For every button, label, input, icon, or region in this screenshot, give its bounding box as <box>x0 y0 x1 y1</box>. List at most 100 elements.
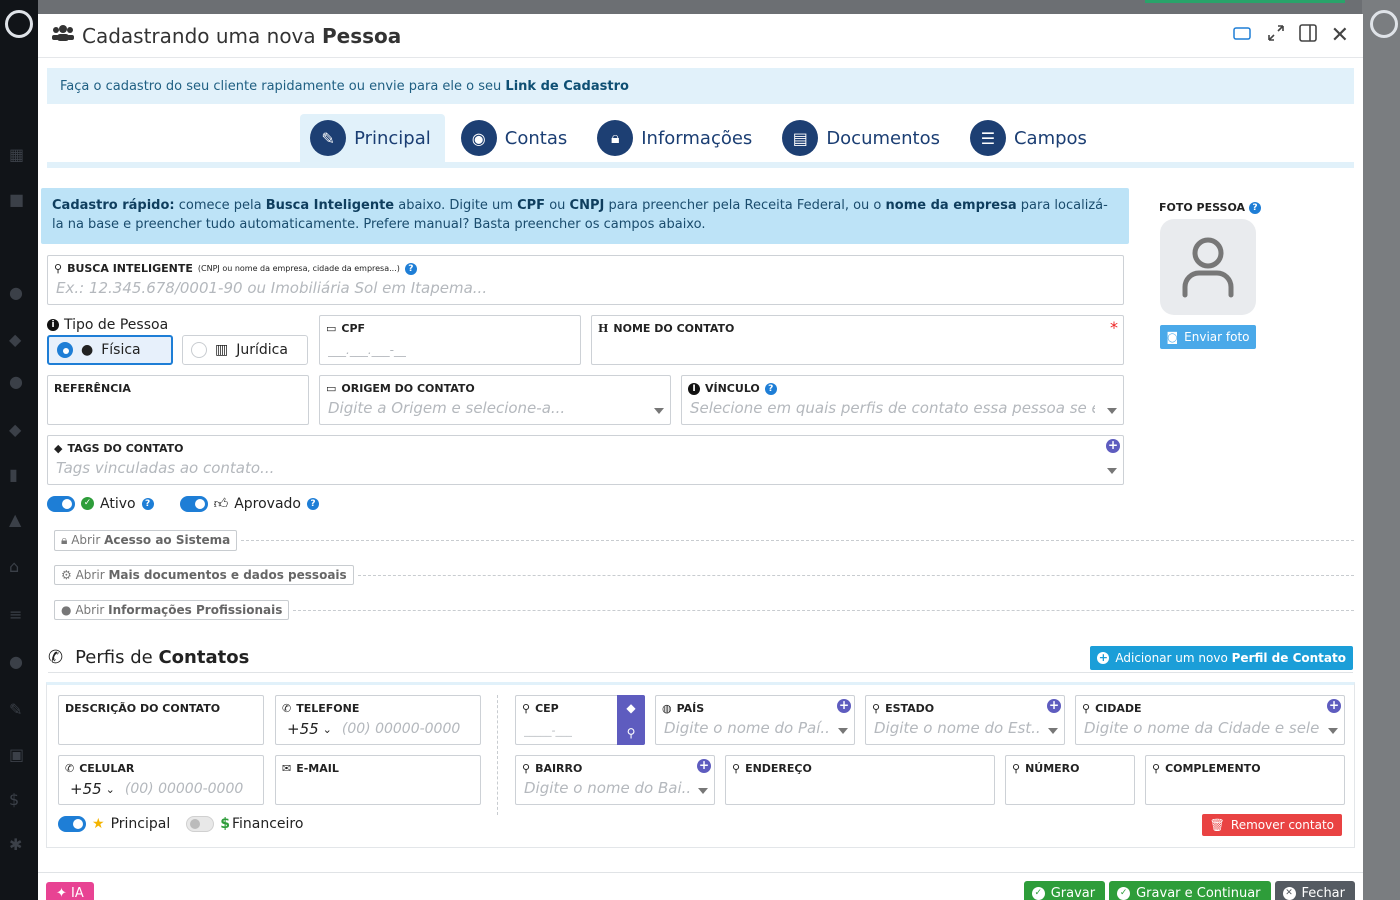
mobile-field[interactable]: ✆ CELULAR +55 ⌄ (00) 00000-0000 <box>58 755 264 805</box>
tab-principal[interactable]: ✎ Principal <box>300 114 445 162</box>
add-state-icon[interactable]: + <box>1047 699 1061 713</box>
chevron-down-icon <box>698 788 708 794</box>
warning-icon: ▲ <box>9 510 22 529</box>
cep-lookup-button[interactable]: ◆ ⚲ <box>617 695 645 745</box>
radio-fisica[interactable]: ● Física <box>47 335 173 365</box>
complement-field[interactable]: ⚲ COMPLEMENTO <box>1145 755 1345 805</box>
smart-search-input[interactable]: Ex.: 12.345.678/0001-90 ou Imobiliária S… <box>56 279 487 297</box>
address-field[interactable]: ⚲ ENDEREÇO <box>725 755 995 805</box>
help-icon[interactable]: ? <box>404 262 417 275</box>
chevron-down-icon <box>1328 728 1338 734</box>
country-select[interactable]: ◍ PAÍS Digite o nome do Paí... + <box>655 695 855 745</box>
side-panel-icon[interactable] <box>1298 24 1317 47</box>
add-tag-icon[interactable]: + <box>1106 439 1120 453</box>
help-icon[interactable]: ? <box>307 497 319 510</box>
remove-contact-button[interactable]: 🗑︎ Remover contato <box>1201 814 1342 836</box>
search-icon: ⚲ <box>54 262 63 275</box>
contact-origin-select[interactable]: ▭ ORIGEM DO CONTATO Digite a Origem e sel… <box>319 375 671 425</box>
pencil-icon: ✎ <box>310 120 347 156</box>
inbox-icon: ▣ <box>9 745 25 764</box>
open-personal-docs-button[interactable]: ⚙ Abrir Mais documentos e dados pessoais <box>54 565 354 585</box>
add-neighborhood-icon[interactable]: + <box>697 759 711 773</box>
close-button[interactable]: ✕ Fechar <box>1274 881 1355 900</box>
tab-contas[interactable]: ◉ Contas <box>451 114 581 162</box>
vinculo-select[interactable]: i VÍNCULO? Selecione em quais perfis de c… <box>681 375 1124 425</box>
support-icon: ● <box>9 652 23 671</box>
reference-field[interactable]: REFERÊNCIA <box>47 375 309 425</box>
add-country-icon[interactable]: + <box>837 699 851 713</box>
cadastro-link-info: Faça o cadastro do seu cliente rapidamen… <box>47 68 1354 104</box>
add-contact-profile-button[interactable]: + Adicionar um novo Perfil de Contato <box>1090 645 1353 670</box>
user-tie-icon: ● <box>61 603 72 617</box>
chevron-down-icon <box>1107 408 1117 414</box>
background-sidebar: ▦ ■ ● ◆ ● ◆ ▮ ▲ ⌂ ≡ ● ✎ ▣ $ ✱ <box>0 0 38 900</box>
radio-juridica[interactable]: ▥ Jurídica <box>182 335 308 365</box>
chevron-down-icon <box>654 408 664 414</box>
person-photo-placeholder[interactable] <box>1160 219 1256 315</box>
open-system-access-button[interactable]: 🔒︎ Abrir Acesso ao Sistema <box>54 529 238 551</box>
approved-toggle[interactable] <box>179 495 208 512</box>
search-icon: ⚲ <box>626 725 636 740</box>
state-select[interactable]: ⚲ ESTADO Digite o nome do Est... + <box>865 695 1065 745</box>
sparkles-icon: ✦ <box>56 886 67 900</box>
ddi-select[interactable]: +55 <box>70 780 102 798</box>
app-logo-icon-right <box>1370 10 1398 38</box>
map-pin-icon: ⚲ <box>522 702 531 715</box>
tabs-bar: ✎ Principal ◉ Contas 🔒︎ Informações ▤ Do… <box>38 114 1363 162</box>
smart-search-field[interactable]: ⚲ BUSCA INTELIGENTE (CNPJ ou nome da emp… <box>47 255 1124 305</box>
neighborhood-select[interactable]: ⚲ BAIRRO Digite o nome do Bai... + <box>515 755 715 805</box>
financeiro-toggle[interactable] <box>186 816 215 832</box>
robot-icon: ■ <box>9 190 25 209</box>
email-field[interactable]: ✉ E-MAIL <box>275 755 481 805</box>
tab-underline <box>47 162 1354 168</box>
heading-icon: H <box>598 322 609 335</box>
expand-icon[interactable] <box>1267 24 1285 47</box>
contact-description-field[interactable]: DESCRIÇÃO DO CONTATO <box>58 695 264 745</box>
chat-icon: ▭ <box>326 382 337 395</box>
map-marker-icon: ⚲ <box>1082 702 1091 715</box>
piggy-bank-icon: ◉ <box>460 120 497 156</box>
principal-toggle[interactable] <box>58 816 86 832</box>
send-photo-button[interactable]: ◙ Enviar foto <box>1160 325 1256 349</box>
status-toggles: ✓ Ativo ? 👍︎ Aprovado ? <box>47 495 319 512</box>
quick-register-info: Cadastro rápido: comece pela Busca Intel… <box>41 188 1129 244</box>
check-circle-icon: ✓ <box>1031 887 1045 900</box>
tab-documentos[interactable]: ▤ Documentos <box>772 114 954 162</box>
chevron-down-icon <box>1048 728 1058 734</box>
map-marker-icon: ⚲ <box>872 702 881 715</box>
add-city-icon[interactable]: + <box>1327 699 1341 713</box>
help-icon[interactable]: ? <box>1249 201 1262 214</box>
ddi-select[interactable]: +55 <box>287 720 319 738</box>
id-card-icon: ▭ <box>326 322 337 335</box>
phone-icon: ✆ <box>65 762 75 775</box>
tab-campos[interactable]: ☰ Campos <box>960 114 1101 162</box>
map-marker-icon: ⚲ <box>732 762 741 775</box>
city-select[interactable]: ⚲ CIDADE Digite o nome da Cidade e sele..… <box>1075 695 1345 745</box>
tags-select[interactable]: ◆ TAGS DO CONTATO Tags vinculadas ao cont… <box>47 435 1124 485</box>
chevron-down-icon <box>1107 468 1117 474</box>
minimize-window-icon[interactable] <box>1232 25 1253 46</box>
cpf-input[interactable]: ___.___.___-__ <box>328 343 406 357</box>
contact-name-field[interactable]: H NOME DO CONTATO * <box>591 315 1124 365</box>
number-field[interactable]: ⚲ NÚMERO <box>1005 755 1135 805</box>
open-professional-info-button[interactable]: ● Abrir Informações Profissionais <box>54 600 290 620</box>
cep-field[interactable]: ⚲ CEP _____-___ ◆ ⚲ <box>515 695 645 745</box>
tab-informacoes[interactable]: 🔒︎ Informações <box>587 114 766 162</box>
contact-flags: ★ Principal $ Financeiro <box>58 816 303 832</box>
active-toggle[interactable] <box>47 495 75 512</box>
ia-button[interactable]: ✦ IA <box>46 882 94 900</box>
lock-icon: 🔒︎ <box>597 120 634 156</box>
trash-icon: 🗑︎ <box>1209 818 1225 832</box>
save-and-continue-button[interactable]: ✓ Gravar e Continuar <box>1109 881 1271 900</box>
close-icon[interactable]: ✕ <box>1331 23 1349 48</box>
cpf-field[interactable]: ▭ CPF ___.___.___-__ <box>319 315 581 365</box>
phone-field[interactable]: ✆ TELEFONE +55 ⌄ (00) 00000-0000 <box>275 695 481 745</box>
modal-header-actions: ✕ <box>1232 23 1349 48</box>
users-icon: ● <box>9 372 23 391</box>
help-icon[interactable]: ? <box>141 497 154 510</box>
chevron-down-icon <box>838 728 848 734</box>
cadastro-link[interactable]: Link de Cadastro <box>505 79 629 94</box>
help-icon[interactable]: ? <box>764 382 777 395</box>
location-icon: ◆ <box>626 700 636 715</box>
save-button[interactable]: ✓ Gravar <box>1023 881 1106 900</box>
